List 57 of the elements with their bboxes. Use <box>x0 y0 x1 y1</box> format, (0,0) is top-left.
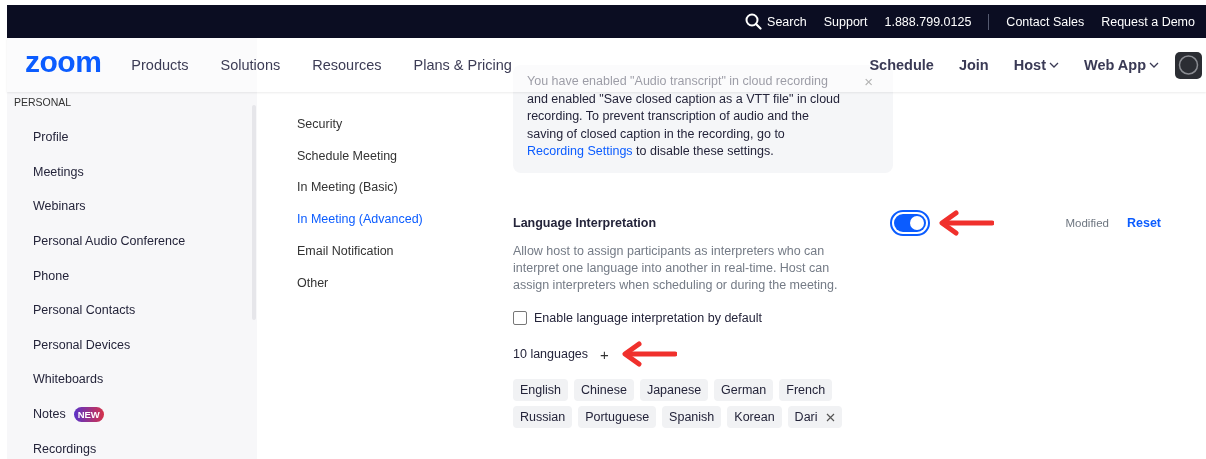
search-link[interactable]: Search <box>745 13 807 30</box>
top-link[interactable]: Contact Sales <box>1006 14 1085 29</box>
sidebar-item[interactable]: Profile <box>33 130 69 145</box>
nav-link[interactable]: Plans & Pricing <box>413 57 512 73</box>
zoom-logo[interactable]: zoom <box>25 45 102 79</box>
search-icon <box>745 13 763 30</box>
checkbox-label: Enable language interpretation by default <box>534 311 762 326</box>
avatar-icon[interactable] <box>1175 51 1202 79</box>
sidebar-item[interactable]: Webinars <box>33 199 86 214</box>
nav-action[interactable]: Schedule <box>869 57 934 73</box>
sidebar-item[interactable]: Personal Contacts <box>33 303 136 318</box>
settings-tab[interactable]: In Meeting (Advanced) <box>297 212 423 227</box>
language-chip: Japanese <box>639 379 709 402</box>
sidebar-item[interactable]: Notes <box>33 407 66 422</box>
nav-action[interactable]: Host <box>1013 57 1059 73</box>
sidebar-item[interactable]: Recordings <box>33 441 97 456</box>
sidebar-item[interactable]: Whiteboards <box>33 372 104 387</box>
language-chip: Russian <box>513 406 573 429</box>
sidebar-item[interactable]: Phone <box>33 268 70 283</box>
sidebar-item[interactable]: Personal Devices <box>33 337 131 352</box>
top-link[interactable]: Request a Demo <box>1101 14 1195 29</box>
languages-count: 10 languages <box>513 347 589 362</box>
top-link[interactable]: 1.888.799.0125 <box>884 14 972 29</box>
reset-link[interactable]: Reset <box>1126 215 1161 230</box>
settings-tab[interactable]: Schedule Meeting <box>297 148 398 163</box>
language-chip: Korean <box>727 406 782 429</box>
nav-action[interactable]: Join <box>958 57 989 73</box>
toggle-switch[interactable] <box>890 209 930 236</box>
nav-link[interactable]: Solutions <box>220 57 281 73</box>
top-link[interactable]: Support <box>823 14 868 29</box>
settings-tab[interactable]: Security <box>297 116 343 131</box>
notice-text: You have enabled "Audio transcript" in cloud recording and enabled "Save closed caption as a VTT file" in cloud recording. To prevent transcription of audio and the saving of closed caption in the recording, go to Recording Settings to disable these settings. <box>527 73 841 161</box>
settings-tab[interactable]: In Meeting (Basic) <box>297 180 398 195</box>
new-badge: NEW <box>73 406 104 422</box>
settings-tab[interactable]: Email Notification <box>297 244 394 259</box>
settings-tab[interactable]: Other <box>297 275 329 290</box>
section-heading: PERSONAL <box>13 95 73 110</box>
language-chip: Dari <box>787 406 842 429</box>
language-chip: English <box>513 379 568 402</box>
language-chip: Chinese <box>574 379 634 402</box>
recording-settings-link[interactable]: Recording Settings <box>527 144 633 159</box>
sidebar-item[interactable]: Meetings <box>33 164 84 179</box>
sidebar-item[interactable]: Personal Audio Conference <box>33 234 186 249</box>
status-label: Modified <box>1065 216 1109 229</box>
nav-link[interactable]: Products <box>131 57 189 73</box>
language-chip: Spanish <box>662 406 722 429</box>
language-chip: German <box>714 379 774 402</box>
checkbox[interactable] <box>513 311 527 326</box>
language-chip: Portuguese <box>578 406 657 429</box>
setting-description: Allow host to assign participants as interpreters who can interpret one language into another in real-time. Host can assign interpreters when scheduling or during the meeting. <box>513 242 839 294</box>
arrow-icon <box>936 209 994 236</box>
setting-title: Language Interpretation <box>513 215 658 230</box>
remove-icon[interactable] <box>825 412 835 422</box>
add-button[interactable]: + <box>600 345 609 363</box>
nav-link[interactable]: Resources <box>312 57 382 73</box>
nav-action[interactable]: Web App <box>1083 57 1159 73</box>
language-chip: French <box>779 379 833 402</box>
